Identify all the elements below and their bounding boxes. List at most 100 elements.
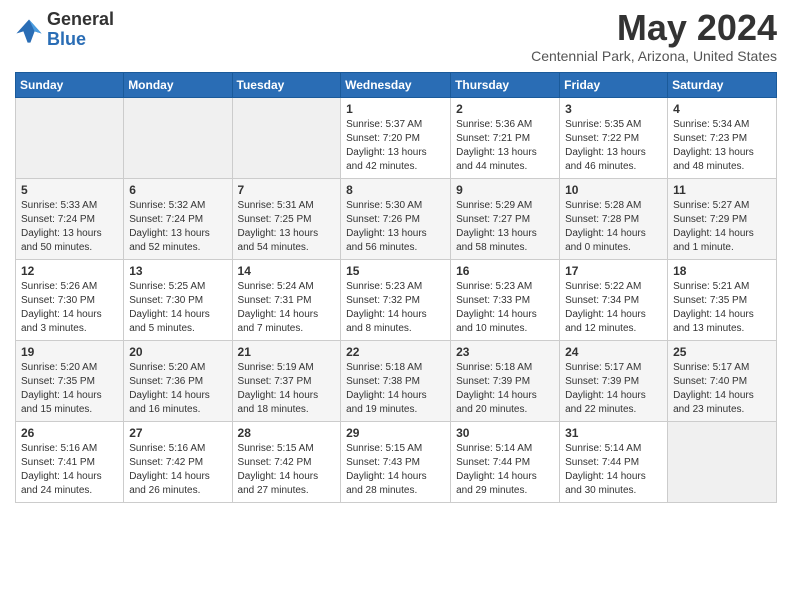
day-info-line: and 22 minutes. <box>565 403 662 417</box>
day-info-line: Sunset: 7:33 PM <box>456 294 554 308</box>
day-info-line: Sunrise: 5:23 AM <box>456 280 554 294</box>
calendar-cell: 27Sunrise: 5:16 AMSunset: 7:42 PMDayligh… <box>124 422 232 503</box>
calendar-cell: 8Sunrise: 5:30 AMSunset: 7:26 PMDaylight… <box>341 179 451 260</box>
day-number: 15 <box>346 264 445 278</box>
day-info-line: Sunrise: 5:27 AM <box>673 199 771 213</box>
day-info-line: and 28 minutes. <box>346 484 445 498</box>
calendar-cell: 13Sunrise: 5:25 AMSunset: 7:30 PMDayligh… <box>124 260 232 341</box>
day-info-line: and 29 minutes. <box>456 484 554 498</box>
calendar-cell: 2Sunrise: 5:36 AMSunset: 7:21 PMDaylight… <box>451 98 560 179</box>
day-info-line: Sunrise: 5:14 AM <box>565 442 662 456</box>
day-info-line: Sunrise: 5:22 AM <box>565 280 662 294</box>
calendar-cell: 5Sunrise: 5:33 AMSunset: 7:24 PMDaylight… <box>16 179 124 260</box>
day-info-line: and 18 minutes. <box>238 403 336 417</box>
day-info-line: and 46 minutes. <box>565 160 662 174</box>
day-info-line: Sunrise: 5:16 AM <box>21 442 118 456</box>
calendar-cell: 14Sunrise: 5:24 AMSunset: 7:31 PMDayligh… <box>232 260 341 341</box>
day-info-line: Sunrise: 5:20 AM <box>21 361 118 375</box>
day-header-saturday: Saturday <box>668 73 777 98</box>
calendar-week-row: 1Sunrise: 5:37 AMSunset: 7:20 PMDaylight… <box>16 98 777 179</box>
day-info-line: and 16 minutes. <box>129 403 226 417</box>
calendar-cell: 11Sunrise: 5:27 AMSunset: 7:29 PMDayligh… <box>668 179 777 260</box>
calendar-cell <box>232 98 341 179</box>
day-info-line: Sunrise: 5:19 AM <box>238 361 336 375</box>
day-info-line: Sunset: 7:37 PM <box>238 375 336 389</box>
day-info-line: and 15 minutes. <box>21 403 118 417</box>
day-info-line: Sunrise: 5:25 AM <box>129 280 226 294</box>
day-info-line: Daylight: 13 hours <box>21 227 118 241</box>
day-header-monday: Monday <box>124 73 232 98</box>
day-info-line: and 7 minutes. <box>238 322 336 336</box>
day-number: 26 <box>21 426 118 440</box>
day-info-line: and 50 minutes. <box>21 241 118 255</box>
day-number: 23 <box>456 345 554 359</box>
day-number: 3 <box>565 102 662 116</box>
day-number: 6 <box>129 183 226 197</box>
day-info-line: Sunrise: 5:15 AM <box>346 442 445 456</box>
day-info-line: Daylight: 14 hours <box>21 470 118 484</box>
day-info-line: Daylight: 14 hours <box>456 470 554 484</box>
day-number: 19 <box>21 345 118 359</box>
day-info-line: Daylight: 14 hours <box>346 389 445 403</box>
day-info-line: Sunrise: 5:20 AM <box>129 361 226 375</box>
day-info-line: Daylight: 13 hours <box>238 227 336 241</box>
day-info-line: Daylight: 14 hours <box>129 308 226 322</box>
day-info-line: Sunrise: 5:31 AM <box>238 199 336 213</box>
day-header-wednesday: Wednesday <box>341 73 451 98</box>
day-info-line: Sunset: 7:22 PM <box>565 132 662 146</box>
logo-general: General <box>47 10 114 30</box>
calendar-cell <box>16 98 124 179</box>
day-number: 7 <box>238 183 336 197</box>
day-info-line: Sunrise: 5:24 AM <box>238 280 336 294</box>
day-info-line: and 27 minutes. <box>238 484 336 498</box>
calendar-cell <box>124 98 232 179</box>
day-info-line: and 13 minutes. <box>673 322 771 336</box>
title-block: May 2024 Centennial Park, Arizona, Unite… <box>531 10 777 64</box>
day-info-line: Daylight: 13 hours <box>673 146 771 160</box>
day-info-line: Daylight: 14 hours <box>456 389 554 403</box>
day-info-line: Sunrise: 5:17 AM <box>673 361 771 375</box>
calendar-cell: 3 Sunrise: 5:35 AMSunset: 7:22 PMDaylight… <box>560 98 668 179</box>
logo-text: General Blue <box>47 10 114 50</box>
day-info-line: Daylight: 14 hours <box>565 308 662 322</box>
day-info-line: Sunrise: 5:17 AM <box>565 361 662 375</box>
day-number: 5 <box>21 183 118 197</box>
day-info-line: and 58 minutes. <box>456 241 554 255</box>
day-info-line: Sunrise: 5:36 AM <box>456 118 554 132</box>
day-info-line: Daylight: 14 hours <box>21 389 118 403</box>
day-number: 24 <box>565 345 662 359</box>
day-info-line: Daylight: 13 hours <box>456 146 554 160</box>
day-info-line: Sunrise: 5:18 AM <box>346 361 445 375</box>
day-info-line: Daylight: 14 hours <box>565 227 662 241</box>
month-title: May 2024 <box>531 10 777 46</box>
day-number: 21 <box>238 345 336 359</box>
day-info-line: Sunrise: 5:23 AM <box>346 280 445 294</box>
day-info-line: Daylight: 14 hours <box>346 470 445 484</box>
day-info-line: Sunset: 7:42 PM <box>129 456 226 470</box>
day-info-line: and 20 minutes. <box>456 403 554 417</box>
day-number: 29 <box>346 426 445 440</box>
calendar-cell: 22Sunrise: 5:18 AMSunset: 7:38 PMDayligh… <box>341 341 451 422</box>
calendar-week-row: 19Sunrise: 5:20 AMSunset: 7:35 PMDayligh… <box>16 341 777 422</box>
day-info-line: Sunrise: 5:26 AM <box>21 280 118 294</box>
day-info-line: Daylight: 13 hours <box>565 146 662 160</box>
day-info-line: and 48 minutes. <box>673 160 771 174</box>
calendar-cell: 24Sunrise: 5:17 AMSunset: 7:39 PMDayligh… <box>560 341 668 422</box>
calendar-cell: 31Sunrise: 5:14 AMSunset: 7:44 PMDayligh… <box>560 422 668 503</box>
day-info-line: Sunrise: 5:30 AM <box>346 199 445 213</box>
calendar-cell: 12Sunrise: 5:26 AMSunset: 7:30 PMDayligh… <box>16 260 124 341</box>
day-number: 12 <box>21 264 118 278</box>
day-info-line: Sunrise: 5:21 AM <box>673 280 771 294</box>
day-number: 10 <box>565 183 662 197</box>
calendar-cell <box>668 422 777 503</box>
day-info-line: and 12 minutes. <box>565 322 662 336</box>
calendar-cell: 4Sunrise: 5:34 AMSunset: 7:23 PMDaylight… <box>668 98 777 179</box>
calendar-cell: 1Sunrise: 5:37 AMSunset: 7:20 PMDaylight… <box>341 98 451 179</box>
calendar-table: SundayMondayTuesdayWednesdayThursdayFrid… <box>15 72 777 503</box>
day-number: 31 <box>565 426 662 440</box>
calendar-cell: 17Sunrise: 5:22 AMSunset: 7:34 PMDayligh… <box>560 260 668 341</box>
day-number: 28 <box>238 426 336 440</box>
day-info-line: Sunset: 7:35 PM <box>21 375 118 389</box>
day-info-line: Sunrise: 5:35 AM <box>565 118 662 132</box>
day-number: 16 <box>456 264 554 278</box>
